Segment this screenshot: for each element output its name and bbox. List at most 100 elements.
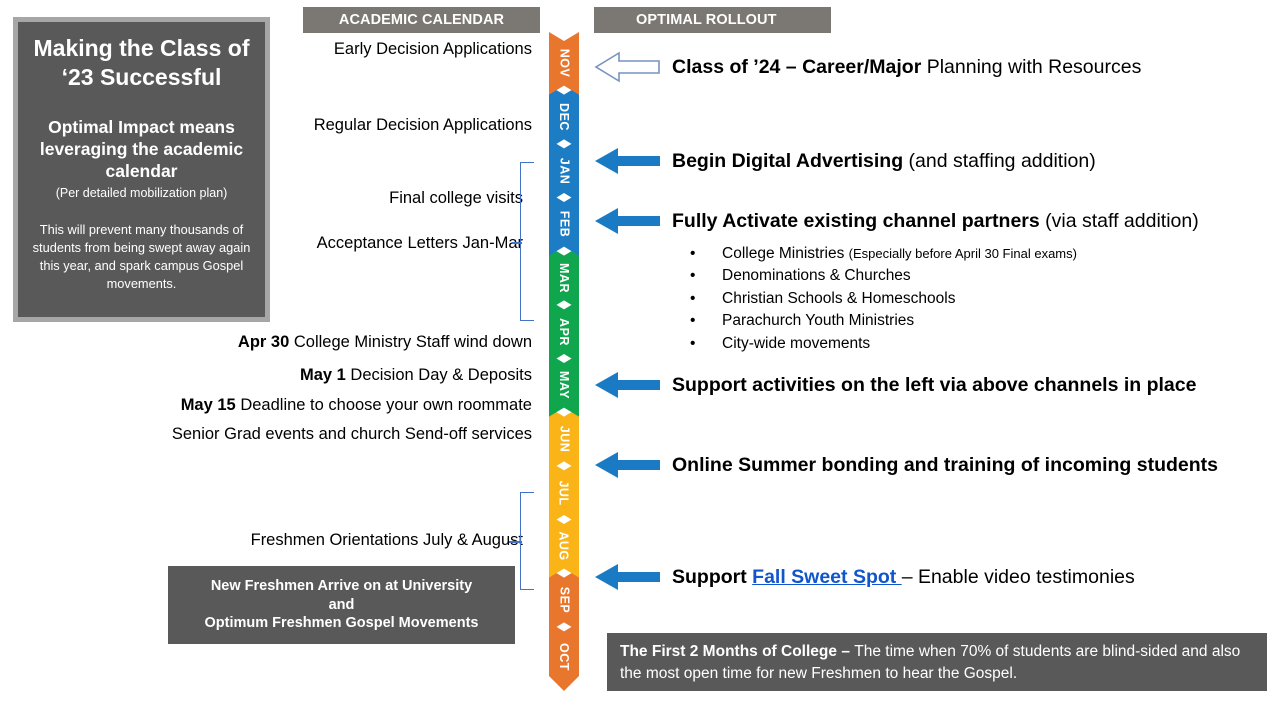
solid-left-arrow-icon [594, 450, 660, 480]
channel-partner-item: • Parachurch Youth Ministries [690, 310, 1077, 332]
calendar-item-text: Freshmen Orientations July & August [250, 531, 523, 549]
new-freshmen-box: New Freshmen Arrive on at University and… [168, 566, 515, 644]
calendar-item-date: May 15 [180, 396, 236, 414]
title-card-note: (Per detailed mobilization plan) [55, 185, 228, 200]
calendar-item-senior-grad: Senior Grad events and church Send-off s… [172, 425, 532, 444]
month-label: AUG [557, 531, 571, 561]
rollout-row-label: Online Summer bonding and training of in… [672, 454, 1218, 476]
rollout-text-segment: Online Summer bonding and training of in… [672, 453, 1218, 476]
channel-partner-label: Denominations & Churches [722, 267, 911, 285]
channel-partner-note: (Especially before April 30 Final exams) [848, 246, 1077, 261]
month-label: JUL [557, 480, 571, 506]
new-freshmen-line1: New Freshmen Arrive on at University [210, 577, 473, 594]
calendar-item-may15: May 15 Deadline to choose your own roomm… [181, 396, 532, 415]
channel-partners-ul: • College Ministries (Especially before A… [690, 243, 1077, 355]
month-chevron-oct: OCT [549, 622, 579, 691]
calendar-item-final-college-visits: Final college visits [389, 189, 523, 208]
bullet-dot-icon: • [690, 267, 696, 285]
academic-calendar-header: ACADEMIC CALENDAR [303, 7, 540, 33]
calendar-item-apr30: Apr 30 College Ministry Staff wind down [238, 333, 532, 352]
rollout-row-label: Class of ’24 – Career/Major Planning wit… [672, 56, 1141, 78]
title-card-subheading: Optimal Impact means leveraging the acad… [39, 116, 244, 182]
bracket-jul-aug-tick [509, 541, 522, 543]
academic-calendar-header-label: ACADEMIC CALENDAR [338, 12, 505, 28]
bullet-dot-icon: • [690, 289, 696, 307]
channel-partner-item: • Christian Schools & Homeschools [690, 288, 1077, 310]
calendar-item-date: Apr 30 [237, 333, 290, 351]
month-chevron-jul: JUL [549, 461, 579, 524]
month-chevron-aug: AUG [549, 515, 579, 578]
calendar-item-text: Senior Grad events and church Send-off s… [171, 425, 532, 443]
bullet-dot-icon: • [690, 245, 696, 262]
rollout-row-fully-activate-channel-partners: Fully Activate existing channel partners… [594, 206, 1199, 236]
month-chevron-may: MAY [549, 354, 579, 417]
channel-partner-item: • City-wide movements [690, 333, 1077, 355]
title-card-body: This will prevent many thousands of stud… [32, 221, 251, 292]
month-label: OCT [556, 642, 571, 671]
rollout-row-label: Support Fall Sweet Spot – Enable video t… [672, 566, 1135, 588]
calendar-item-text: Decision Day & Deposits [350, 366, 532, 384]
channel-partner-item: • Denominations & Churches [690, 265, 1077, 287]
month-chevron-nov: NOV [549, 32, 579, 95]
month-chevron-feb: FEB [549, 193, 579, 256]
month-chevron-sep: SEP [549, 568, 579, 632]
calendar-item-text: Deadline to choose your own roommate [240, 396, 532, 414]
rollout-row-support-activities-left: Support activities on the left via above… [594, 370, 1196, 400]
optimal-rollout-header: OPTIMAL ROLLOUT [594, 7, 831, 33]
first-two-months-banner: The First 2 Months of College – The time… [607, 633, 1267, 691]
new-freshmen-line3: Optimum Freshmen Gospel Movements [204, 615, 479, 632]
rollout-text-segment: Planning with Resources [921, 55, 1142, 78]
title-card-heading: Making the Class of ‘23 Successful [33, 35, 250, 90]
month-label: MAY [556, 371, 571, 400]
rollout-row-label: Begin Digital Advertising (and staffing … [672, 150, 1096, 172]
solid-left-arrow-icon [594, 146, 660, 176]
rollout-text-segment: Fully Activate existing channel partners [672, 209, 1040, 232]
channel-partner-label: City-wide movements [722, 334, 871, 352]
calendar-item-date: May 1 [299, 366, 346, 384]
calendar-item-text: Early Decision Applications [333, 40, 532, 58]
month-chevron-jun: JUN [549, 407, 579, 471]
bullet-dot-icon: • [690, 312, 696, 330]
bracket-jul-aug [520, 492, 534, 590]
calendar-item-text: College Ministry Staff wind down [293, 333, 532, 351]
month-label: DEC [557, 103, 571, 131]
calendar-item-text: Regular Decision Applications [313, 116, 532, 134]
calendar-item-text: Acceptance Letters Jan-Mar [316, 234, 523, 252]
optimal-rollout-header-label: OPTIMAL ROLLOUT [636, 12, 777, 28]
rollout-text-segment: (via staff addition) [1039, 209, 1199, 232]
calendar-item-may1: May 1 Decision Day & Deposits [300, 366, 532, 385]
month-chevron-mar: MAR [549, 246, 579, 310]
infographic-canvas: ACADEMIC CALENDAR OPTIMAL ROLLOUT Making… [0, 0, 1280, 720]
solid-left-arrow-icon [594, 206, 660, 236]
bullet-dot-icon: • [690, 334, 696, 352]
month-label: FEB [557, 211, 571, 238]
fall-sweet-spot-link[interactable]: Fall Sweet Spot [752, 566, 902, 588]
month-chevron-apr: APR [549, 300, 579, 363]
month-label: MAR [557, 263, 571, 293]
month-label: SEP [556, 586, 571, 614]
channel-partner-item: • College Ministries (Especially before A… [690, 243, 1077, 265]
rollout-text-segment: Begin Digital Advertising [672, 149, 904, 172]
rollout-row-support-fall-sweet-spot: Support Fall Sweet Spot – Enable video t… [594, 562, 1135, 592]
rollout-row-online-summer-bonding: Online Summer bonding and training of in… [594, 450, 1218, 480]
rollout-text-segment: – Enable video testimonies [901, 565, 1135, 588]
month-label: NOV [557, 49, 571, 78]
rollout-text-segment: (and staffing addition) [903, 149, 1096, 172]
calendar-item-freshmen-orientations: Freshmen Orientations July & August [251, 531, 523, 550]
hollow-left-arrow-icon [594, 50, 660, 84]
channel-partner-label: Christian Schools & Homeschools [722, 289, 956, 307]
rollout-text-segment: Class of ’24 – Career/Major [672, 55, 922, 78]
rollout-row-begin-digital-advertising: Begin Digital Advertising (and staffing … [594, 146, 1096, 176]
channel-partner-label: Parachurch Youth Ministries [722, 312, 915, 330]
channel-partner-label: College Ministries [722, 245, 849, 262]
bracket-jan-mar-tick [512, 242, 522, 244]
rollout-text-segment: Support activities on the left via above… [672, 373, 1197, 396]
new-freshmen-line2: and [328, 596, 355, 613]
calendar-item-acceptance-letters: Acceptance Letters Jan-Mar [317, 234, 523, 253]
title-card: Making the Class of ‘23 Successful Optim… [13, 17, 270, 322]
month-timeline: NOV DEC JAN FEB MAR APR MAY JUN JUL AUG SEP OCT [549, 32, 579, 691]
channel-partners-list: • College Ministries (Especially before A… [690, 243, 1077, 355]
rollout-row-class-of-24: Class of ’24 – Career/Major Planning wit… [594, 50, 1141, 84]
rollout-row-label: Fully Activate existing channel partners… [672, 210, 1199, 232]
calendar-item-text: Final college visits [389, 189, 523, 207]
